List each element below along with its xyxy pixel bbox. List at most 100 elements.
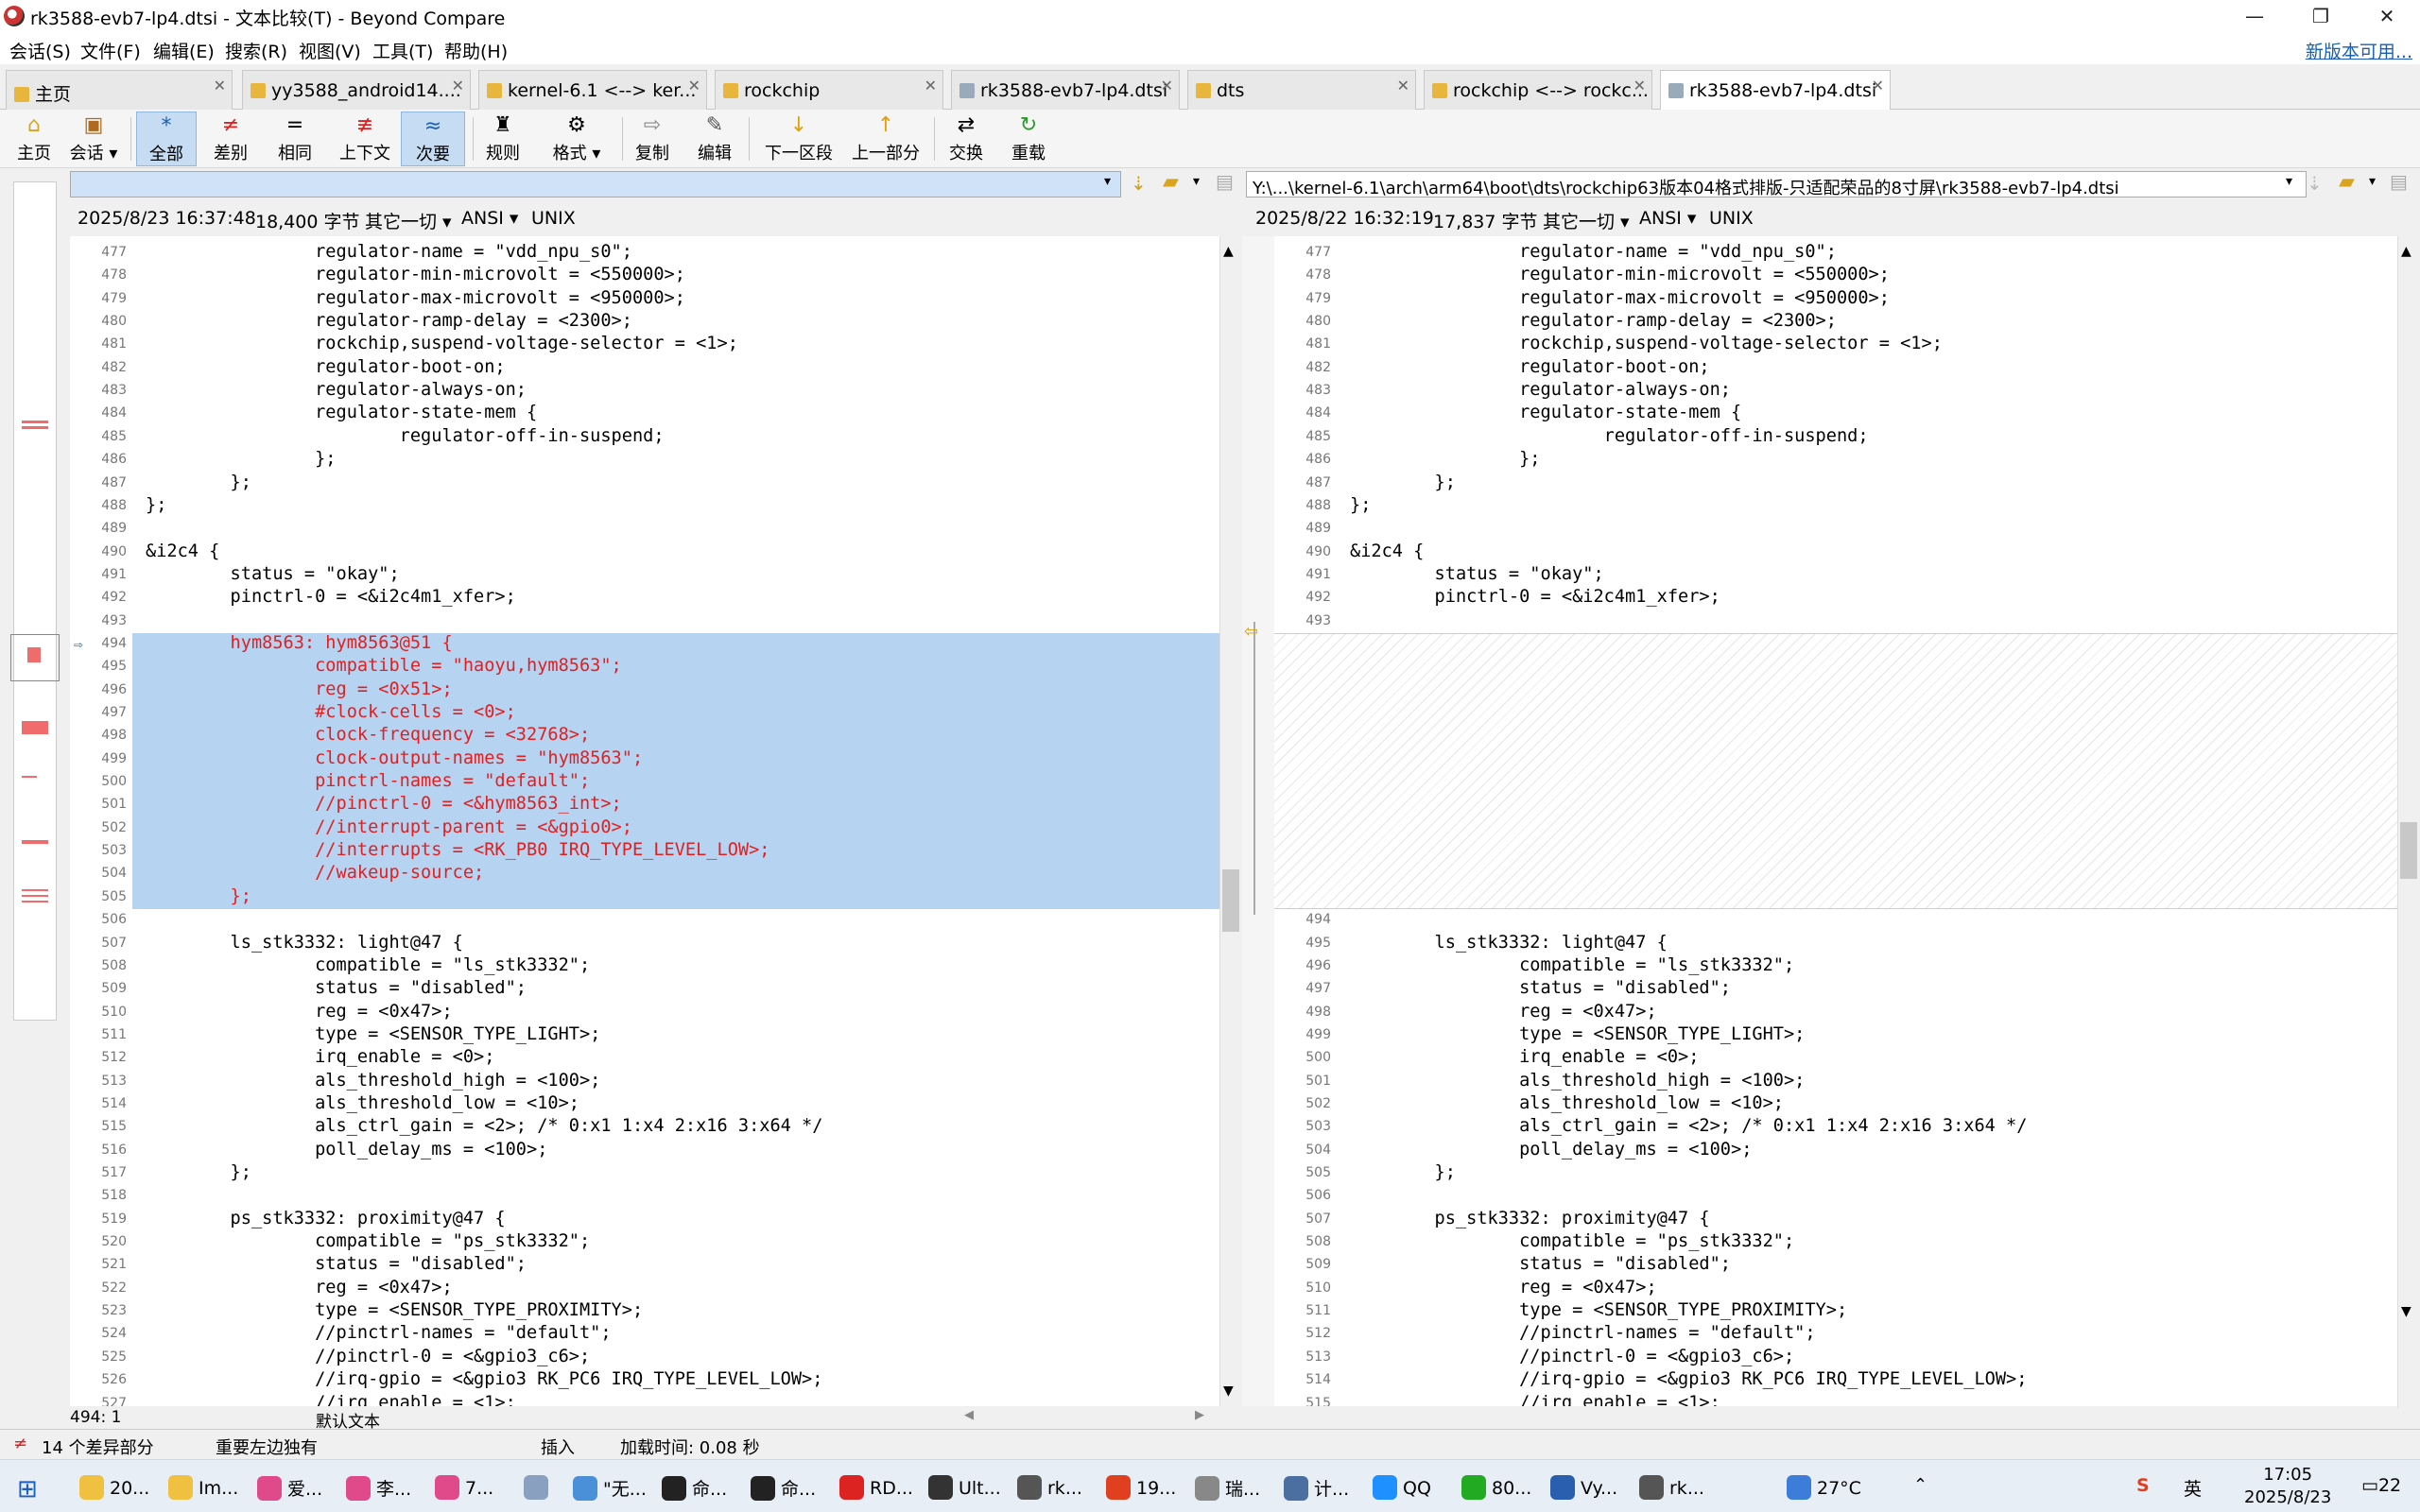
code-line[interactable]: regulator-always-on;: [146, 380, 527, 400]
close-icon[interactable]: ✕: [452, 77, 464, 94]
save-icon[interactable]: ▤: [1216, 170, 1234, 193]
chevron-down-icon[interactable]: ▾: [1104, 174, 1111, 189]
edit-button[interactable]: ✎ 编辑: [690, 112, 739, 166]
code-line[interactable]: reg = <0x47>;: [146, 1002, 453, 1022]
code-line[interactable]: clock-output-names = "hym8563";: [146, 748, 643, 768]
code-line[interactable]: compatible = "haoyu,hym8563";: [146, 656, 622, 676]
scroll-up-icon[interactable]: ▲: [2401, 244, 2411, 259]
code-line[interactable]: type = <SENSOR_TYPE_PROXIMITY>;: [1350, 1300, 1847, 1320]
close-icon[interactable]: ✕: [214, 77, 226, 94]
sogou-icon[interactable]: S: [2136, 1466, 2150, 1507]
tab-folder-compare-3[interactable]: rockchip <--> rockc... ✕: [1424, 70, 1652, 110]
left-eol[interactable]: UNIX: [531, 208, 576, 229]
code-line[interactable]: reg = <0x47>;: [1350, 1278, 1657, 1297]
code-line[interactable]: regulator-min-microvolt = <550000>;: [1350, 265, 1890, 284]
save-icon[interactable]: ▤: [2390, 170, 2408, 193]
taskbar-app[interactable]: 李...: [346, 1466, 411, 1507]
restore-button[interactable]: ❐: [2288, 0, 2354, 32]
close-icon[interactable]: ✕: [1161, 77, 1173, 94]
open-folder-icon[interactable]: ▰: [2339, 170, 2355, 194]
swap-folder-icon[interactable]: ⇣: [2307, 172, 2323, 195]
code-line[interactable]: };: [1350, 472, 1456, 492]
menu-search[interactable]: 搜索(R): [225, 38, 287, 63]
left-scrollbar[interactable]: ▲ ▼: [1219, 236, 1240, 1408]
scroll-down-icon[interactable]: ▼: [2401, 1304, 2411, 1319]
code-line[interactable]: status = "okay";: [146, 564, 400, 584]
code-line[interactable]: //pinctrl-0 = <&hym8563_int>;: [146, 794, 622, 814]
code-line[interactable]: };: [146, 495, 166, 515]
overview-viewport[interactable]: [10, 634, 60, 681]
taskbar-app[interactable]: 命...: [751, 1466, 816, 1507]
code-line[interactable]: rockchip,suspend-voltage-selector = <1>;: [146, 334, 738, 353]
code-line[interactable]: als_ctrl_gain = <2>; /* 0:x1 1:x4 2:x16 …: [1350, 1116, 2027, 1136]
code-line[interactable]: regulator-ramp-delay = <2300>;: [146, 311, 632, 331]
code-line[interactable]: pinctrl-0 = <&i2c4m1_xfer>;: [146, 587, 516, 607]
code-line[interactable]: poll_delay_ms = <100>;: [146, 1140, 547, 1160]
taskbar-app[interactable]: Vy...: [1550, 1466, 1617, 1507]
code-line[interactable]: compatible = "ls_stk3332";: [146, 955, 590, 975]
rules-button[interactable]: ♜ 规则: [478, 112, 527, 166]
scroll-down-icon[interactable]: ▼: [1223, 1383, 1234, 1399]
code-line[interactable]: compatible = "ps_stk3332";: [1350, 1231, 1794, 1251]
code-line[interactable]: //wakeup-source;: [146, 863, 484, 883]
diffs-button[interactable]: ≠ 差别: [200, 112, 261, 166]
session-button[interactable]: ▣ 会话 ▾: [64, 112, 123, 166]
left-path-input[interactable]: [70, 171, 1121, 198]
taskbar-app[interactable]: 20...: [79, 1466, 149, 1507]
swap-button[interactable]: ⇄ 交换: [942, 112, 991, 166]
code-line[interactable]: status = "disabled";: [1350, 978, 1731, 998]
code-line[interactable]: //pinctrl-names = "default";: [146, 1323, 611, 1343]
code-line[interactable]: reg = <0x51>;: [146, 679, 453, 699]
tab-folder-compare-1[interactable]: yy3588_android14.... ✕: [242, 70, 471, 110]
code-line[interactable]: clock-frequency = <32768>;: [146, 725, 590, 745]
home-button[interactable]: ⌂ 主页: [8, 112, 60, 166]
clock[interactable]: 17:05 2025/8/23: [2244, 1464, 2331, 1509]
code-line[interactable]: rockchip,suspend-voltage-selector = <1>;: [1350, 334, 1943, 353]
taskbar-app[interactable]: [524, 1466, 554, 1507]
code-line[interactable]: #clock-cells = <0>;: [146, 702, 516, 722]
taskbar-app[interactable]: QQ: [1373, 1466, 1431, 1507]
menu-edit[interactable]: 编辑(E): [153, 38, 215, 63]
taskbar-app[interactable]: 命...: [662, 1466, 727, 1507]
code-line[interactable]: type = <SENSOR_TYPE_LIGHT>;: [1350, 1024, 1805, 1044]
diff-overview-map[interactable]: [10, 181, 60, 1021]
code-line[interactable]: //irq-gpio = <&gpio3 RK_PC6 IRQ_TYPE_LEV…: [146, 1369, 822, 1389]
code-line[interactable]: poll_delay_ms = <100>;: [1350, 1140, 1752, 1160]
tab-file-active[interactable]: rk3588-evb7-lp4.dtsi ✕: [1660, 70, 1891, 111]
same-button[interactable]: = 相同: [265, 112, 325, 166]
tab-file-1[interactable]: rk3588-evb7-lp4.dtsi ✕: [951, 70, 1180, 110]
code-line[interactable]: regulator-max-microvolt = <950000>;: [146, 288, 685, 308]
code-line[interactable]: regulator-always-on;: [1350, 380, 1731, 400]
taskbar-app[interactable]: rk...: [1639, 1466, 1704, 1507]
taskbar-app[interactable]: "无...: [573, 1466, 647, 1507]
code-line[interactable]: //interrupts = <RK_PB0 IRQ_TYPE_LEVEL_LO…: [146, 840, 769, 860]
left-encoding-select[interactable]: ANSI ▾: [461, 208, 518, 229]
code-line[interactable]: regulator-off-in-suspend;: [1350, 426, 1869, 446]
code-line[interactable]: };: [146, 886, 251, 906]
next-section-button[interactable]: ↓ 下一区段: [754, 112, 843, 166]
code-line[interactable]: regulator-ramp-delay = <2300>;: [1350, 311, 1837, 331]
right-code-pane[interactable]: 477 regulator-name = "vdd_npu_s0"; 478 re…: [1274, 236, 2397, 1408]
close-button[interactable]: ✕: [2354, 0, 2420, 32]
code-line[interactable]: irq_enable = <0>;: [1350, 1047, 1699, 1067]
taskbar-app[interactable]: 80...: [1461, 1466, 1531, 1507]
code-line[interactable]: regulator-name = "vdd_npu_s0";: [1350, 242, 1837, 262]
menu-view[interactable]: 视图(V): [299, 38, 361, 63]
code-line[interactable]: //interrupt-parent = <&gpio0>;: [146, 817, 632, 837]
code-line[interactable]: };: [1350, 1162, 1456, 1182]
code-line[interactable]: pinctrl-names = "default";: [146, 771, 590, 791]
prev-part-button[interactable]: ↑ 上一部分: [847, 112, 925, 166]
code-line[interactable]: regulator-name = "vdd_npu_s0";: [146, 242, 632, 262]
taskbar-app[interactable]: 7...: [435, 1466, 493, 1507]
right-filter-select[interactable]: 其它一切 ▾: [1543, 208, 1630, 233]
taskbar-app[interactable]: rk...: [1017, 1466, 1082, 1507]
code-line[interactable]: status = "disabled";: [1350, 1254, 1731, 1274]
tab-home[interactable]: 主页 ✕: [6, 70, 233, 110]
tab-folder-compare-2[interactable]: kernel-6.1 <--> ker... ✕: [478, 70, 707, 110]
code-line[interactable]: &i2c4 {: [1350, 541, 1424, 561]
scroll-left-icon[interactable]: ◀: [964, 1408, 974, 1422]
code-line[interactable]: //pinctrl-0 = <&gpio3_c6>;: [1350, 1347, 1794, 1366]
update-link[interactable]: 新版本可用...: [2306, 38, 2412, 63]
copy-button[interactable]: ⇨ 复制: [628, 112, 677, 166]
code-line[interactable]: irq_enable = <0>;: [146, 1047, 494, 1067]
